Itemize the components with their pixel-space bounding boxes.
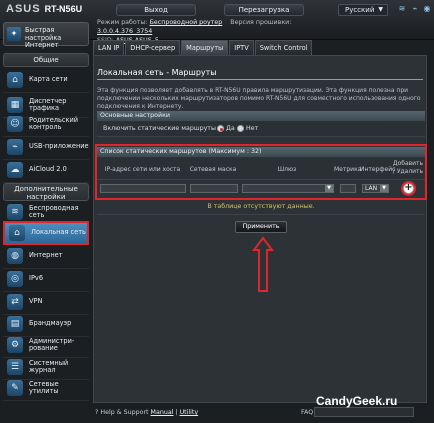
brand-logo: ASUS RT-N56U (6, 3, 82, 15)
network-map-icon: ⌂ (7, 72, 23, 88)
faq-label: FAQ (301, 409, 314, 416)
page-title: Локальная сеть - Маршруты (97, 68, 217, 77)
wireless-icon: ≋ (7, 204, 23, 220)
sidebar-item-ipv6[interactable]: ◎ IPv6 (3, 267, 89, 292)
sidebar-item-lan[interactable]: ⌂ Локальная сеть (3, 221, 89, 245)
firmware-link[interactable]: 3.0.0.4.376_3754 (97, 28, 152, 35)
wizard-icon: ✦ (7, 27, 21, 41)
tab-dhcp-server[interactable]: DHCP-сервер (125, 40, 181, 55)
tab-switch-control[interactable]: Switch Control (254, 40, 313, 55)
model-name: RT-N56U (44, 4, 83, 14)
col-ip-address: IP-адрес сети или хоста (104, 166, 181, 173)
table-divider (97, 214, 425, 215)
static-routes-yes-radio[interactable] (217, 125, 224, 132)
route-gateway-select[interactable]: ▼ (242, 184, 334, 193)
static-routes-no-radio[interactable] (237, 125, 244, 132)
add-button-highlight (401, 181, 416, 196)
tab-bar: LAN IP DHCP-сервер Маршруты IPTV Switch … (93, 40, 313, 55)
watermark: CandyGeek.ru (316, 394, 398, 408)
col-add-delete: Добавить / Удалить (392, 160, 424, 175)
usb-icon: ⌁ (7, 139, 23, 155)
page-description: Эта функция позволяет добавлять в RT-N56… (97, 87, 421, 110)
title-divider (97, 79, 423, 80)
tools-icon: ✎ (7, 380, 23, 396)
admin-icon: ⚙ (7, 337, 23, 353)
static-routes-label: Включить статические маршруты (103, 125, 216, 132)
wifi-status-icon[interactable]: ≋ (397, 4, 407, 14)
route-netmask-input[interactable] (190, 184, 238, 193)
chevron-down-icon: ▼ (380, 185, 388, 192)
help-icon: ? (95, 409, 99, 416)
tab-iptv[interactable]: IPTV (229, 40, 254, 55)
chevron-down-icon: ▼ (378, 6, 383, 13)
utility-link[interactable]: Utility (180, 409, 199, 416)
annotation-arrow (252, 236, 274, 292)
mode-link[interactable]: Беспроводной роутер (150, 19, 223, 26)
ipv6-icon: ◎ (7, 271, 23, 287)
yes-label: Да (226, 125, 235, 132)
static-routes-row: Включить статические маршруты Да Нет (97, 122, 425, 137)
tab-lan-ip[interactable]: LAN IP (93, 40, 125, 55)
reboot-button[interactable]: Перезагрузка (224, 4, 304, 16)
vpn-icon: ⇄ (7, 294, 23, 310)
basic-settings-header: Основные настройки (97, 111, 425, 121)
empty-table-message: В таблице отсутствуют данные. (207, 203, 315, 210)
language-select[interactable]: Русский ▼ (338, 4, 388, 16)
no-label: Нет (246, 125, 259, 132)
traffic-manager-icon: ▦ (7, 97, 23, 113)
sidebar-item-usb[interactable]: ⌁ USB-приложение (3, 135, 89, 160)
routes-list-header: Список статических маршрутов (Максимум :… (97, 147, 425, 157)
quick-setup-button[interactable]: ✦ Быстрая настройка Интернет (3, 22, 89, 49)
faq-search-input[interactable] (314, 407, 414, 417)
sidebar-item-parental-control[interactable]: ☺ Родительский контроль (3, 112, 89, 137)
col-netmask: Сетевая маска (189, 166, 237, 173)
col-interface: Интерфейс (360, 166, 396, 173)
route-interface-select[interactable]: LAN ▼ (362, 184, 389, 193)
manual-link[interactable]: Manual (151, 409, 174, 416)
internet-status-icon[interactable]: ◉ (422, 4, 432, 14)
sidebar-item-network-tools[interactable]: ✎ Сетевые утилиты (3, 376, 89, 401)
quick-setup-label: Быстрая настройка Интернет (25, 26, 62, 49)
sidebar-item-network-map[interactable]: ⌂ Карта сети (3, 68, 89, 93)
general-section-header: Общие (3, 53, 89, 67)
apply-button[interactable]: Применить (235, 221, 287, 233)
brand-name: ASUS (6, 3, 41, 15)
globe-icon: ◍ (7, 248, 23, 264)
firewall-icon: ▤ (7, 316, 23, 332)
interface-value: LAN (365, 185, 378, 192)
tab-routes[interactable]: Маршруты (181, 40, 229, 55)
col-metric: Метрика (334, 166, 362, 173)
usb-status-icon[interactable]: ⌁ (410, 4, 420, 14)
route-metric-input[interactable] (340, 184, 356, 193)
sidebar-item-aicloud[interactable]: ☁ AiCloud 2.0 (3, 158, 89, 183)
log-icon: ☰ (7, 359, 23, 375)
help-support: ? Help & Support Manual | Utility (95, 409, 199, 416)
lan-icon: ⌂ (9, 225, 25, 241)
language-value: Русский (345, 6, 375, 14)
col-gateway: Шлюз (277, 166, 297, 173)
advanced-section-header: Дополнительные настройки (3, 183, 89, 201)
parental-control-icon: ☺ (7, 116, 23, 132)
cloud-icon: ☁ (7, 162, 23, 178)
route-ip-input[interactable] (100, 184, 186, 193)
sidebar-item-internet[interactable]: ◍ Интернет (3, 244, 89, 269)
chevron-down-icon: ▼ (325, 185, 333, 192)
logout-button[interactable]: Выход (116, 4, 196, 16)
